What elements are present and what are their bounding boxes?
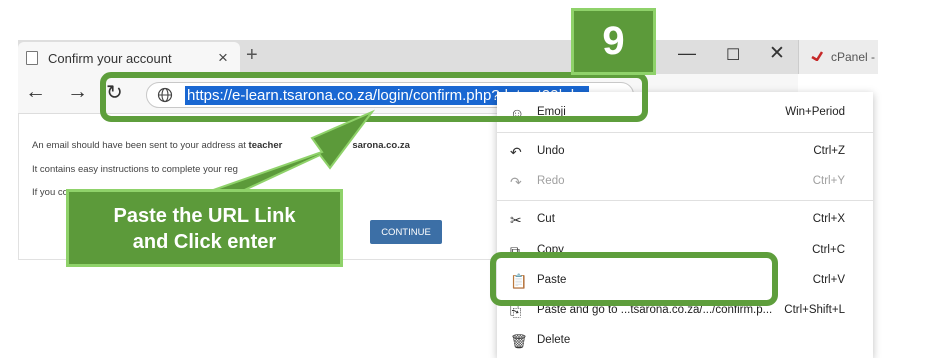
trash-icon: 🗑: [510, 333, 528, 349]
continue-button[interactable]: CONTINUE: [370, 220, 442, 244]
close-window-button[interactable]: ✕: [769, 42, 785, 65]
cpanel-tab[interactable]: cPanel -: [798, 40, 878, 74]
redo-icon: ↷: [510, 174, 522, 190]
scissors-icon: ✂: [510, 212, 522, 228]
maximize-button[interactable]: ☐: [726, 45, 740, 65]
instruction-callout: Paste the URL Link and Click enter: [66, 189, 343, 267]
browser-tab[interactable]: Confirm your account ×: [18, 42, 240, 74]
email-sent-text: An email should have been sent to your a…: [32, 140, 410, 151]
menu-item-redo: ↷ Redo Ctrl+Y: [510, 174, 845, 190]
page-icon: [26, 51, 38, 65]
cpanel-tab-title: cPanel -: [831, 50, 876, 64]
back-arrow-icon[interactable]: ←: [25, 80, 46, 104]
menu-item-undo[interactable]: ↶ Undo Ctrl+Z: [497, 137, 873, 167]
menu-divider: [497, 132, 873, 133]
menu-item-cut[interactable]: ✂ Cut Ctrl+X: [497, 205, 873, 235]
new-tab-button[interactable]: +: [246, 44, 258, 67]
help-text: If you co: [32, 187, 68, 198]
menu-item-delete[interactable]: 🗑 Delete: [497, 326, 873, 356]
close-tab-icon[interactable]: ×: [218, 48, 228, 68]
address-bar-highlight: [100, 72, 648, 122]
instructions-text: It contains easy instructions to complet…: [32, 164, 286, 175]
menu-divider: [497, 200, 873, 201]
tab-title: Confirm your account: [48, 51, 172, 66]
step-number-badge: 9: [571, 8, 656, 75]
context-menu: ☺ Emoji Win+Period ↶ Undo Ctrl+Z ↷ Redo …: [497, 92, 873, 358]
minimize-button[interactable]: —: [678, 43, 696, 64]
undo-icon: ↶: [510, 144, 522, 160]
cpanel-icon: [811, 51, 823, 61]
forward-arrow-icon[interactable]: →: [67, 80, 88, 104]
paste-highlight: [490, 252, 778, 306]
